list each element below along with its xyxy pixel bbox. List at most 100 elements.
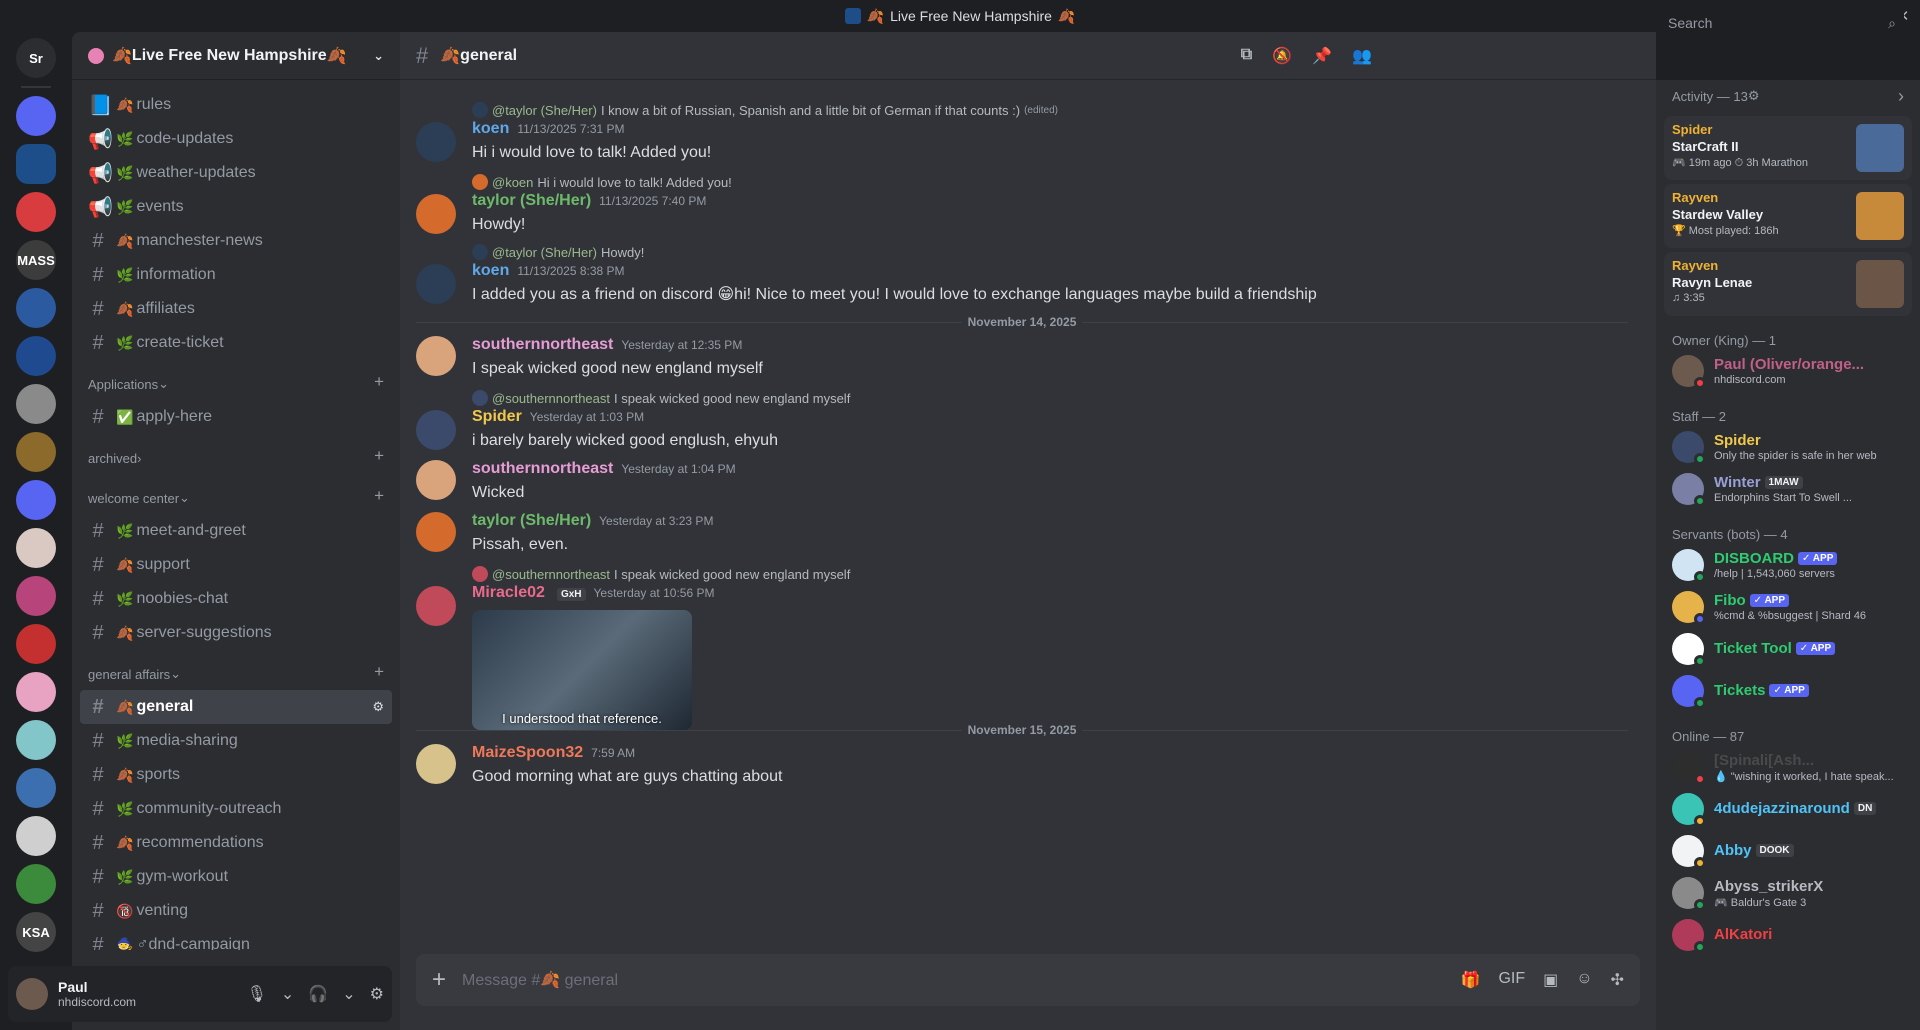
- avatar[interactable]: [416, 410, 456, 450]
- channel-create-ticket[interactable]: # 🌿 create-ticket: [80, 326, 392, 360]
- gift-icon[interactable]: 🎁: [1461, 970, 1481, 990]
- channel-support[interactable]: # 🍂 support: [80, 548, 392, 582]
- server-icon-rainbow[interactable]: [16, 576, 56, 616]
- chevron-down-icon[interactable]: ⌄: [342, 984, 355, 1004]
- avatar[interactable]: [416, 512, 456, 552]
- add-attachment-icon[interactable]: +: [432, 966, 446, 994]
- activity-card[interactable]: Rayven Stardew Valley 🏆 Most played: 186h: [1664, 184, 1912, 248]
- add-channel-icon[interactable]: +: [374, 486, 384, 506]
- sticker-icon[interactable]: ▣: [1543, 970, 1558, 990]
- channel-general[interactable]: # 🍂 general ⚙: [80, 690, 392, 724]
- category-Applications[interactable]: Applications ⌄ +: [80, 360, 392, 400]
- search-icon[interactable]: ⌕: [1888, 15, 1896, 32]
- server-icon-ksa[interactable]: KSA: [16, 912, 56, 952]
- gif-icon[interactable]: GIF: [1498, 970, 1525, 990]
- author-name[interactable]: taylor (She/Her): [472, 192, 591, 210]
- server-icon-anime-4[interactable]: [16, 768, 56, 808]
- channel-meet-and-greet[interactable]: # 🌿 meet-and-greet: [80, 514, 392, 548]
- server-icon-red-circle[interactable]: [16, 192, 56, 232]
- member-item[interactable]: Tickets ✓ APP: [1664, 670, 1912, 712]
- chevron-down-icon[interactable]: ⌄: [281, 984, 294, 1004]
- member-item[interactable]: Paul (Oliver/orange... nhdiscord.com: [1664, 350, 1912, 392]
- channel-manchester-news[interactable]: # 🍂 manchester-news: [80, 224, 392, 258]
- member-item[interactable]: [Spinali[Ash... 💧 "wishing it worked, I h…: [1664, 746, 1912, 788]
- channel-noobies-chat[interactable]: # 🌿 noobies-chat: [80, 582, 392, 616]
- message-composer[interactable]: + Message #🍂 general 🎁 GIF ▣ ☺ ✣: [416, 954, 1640, 1006]
- member-item[interactable]: 4dudejazzinaround DN: [1664, 788, 1912, 830]
- server-icon-anime-1[interactable]: [16, 528, 56, 568]
- server-icon-mass-hangouts[interactable]: MASS: [16, 240, 56, 280]
- author-name[interactable]: southernnortheast: [472, 336, 613, 354]
- reply-preview[interactable]: @koen Hi i would love to talk! Added you!: [472, 172, 1636, 192]
- member-item[interactable]: Abyss_strikerX 🎮 Baldur's Gate 3: [1664, 872, 1912, 914]
- message-input[interactable]: Message #🍂 general: [462, 970, 618, 990]
- avatar[interactable]: [416, 194, 456, 234]
- mute-icon[interactable]: 🔕: [1272, 46, 1292, 66]
- avatar[interactable]: [416, 586, 456, 626]
- member-item[interactable]: DISBOARD ✓ APP/help | 1,543,060 servers: [1664, 544, 1912, 586]
- channel-gym-workout[interactable]: # 🌿 gym-workout: [80, 860, 392, 894]
- author-name[interactable]: Spider: [472, 408, 522, 426]
- member-item[interactable]: AlKatori: [1664, 914, 1912, 956]
- server-icon-folder-1[interactable]: [16, 96, 56, 136]
- server-icon-civ-server[interactable]: [16, 432, 56, 472]
- avatar[interactable]: [416, 336, 456, 376]
- channel-server-suggestions[interactable]: # 🍂 server-suggestions: [80, 616, 392, 650]
- members-icon[interactable]: 👥: [1352, 46, 1372, 66]
- add-channel-icon[interactable]: +: [374, 662, 384, 682]
- channel-code-updates[interactable]: 📢 🌿 code-updates: [80, 122, 392, 156]
- member-item[interactable]: Ticket Tool ✓ APP: [1664, 628, 1912, 670]
- server-icon-maine[interactable]: [16, 288, 56, 328]
- author-name[interactable]: southernnortheast: [472, 460, 613, 478]
- member-item[interactable]: Spider Only the spider is safe in her web: [1664, 426, 1912, 468]
- server-icon-half-life[interactable]: [16, 624, 56, 664]
- server-icon-folder-2[interactable]: [16, 480, 56, 520]
- reply-preview[interactable]: @southernnortheast I speak wicked good ne…: [472, 388, 1636, 408]
- server-icon-nh-seal[interactable]: [16, 336, 56, 376]
- server-icon-anime-3[interactable]: [16, 720, 56, 760]
- channel-affiliates[interactable]: # 🍂 affiliates: [80, 292, 392, 326]
- avatar[interactable]: [416, 460, 456, 500]
- member-item[interactable]: Fibo ✓ APP %cmd & %bsuggest | Shard 46: [1664, 586, 1912, 628]
- author-name[interactable]: Miracle02: [472, 584, 545, 602]
- channel-community-outreach[interactable]: # 🌿 community-outreach: [80, 792, 392, 826]
- channel-settings-icon[interactable]: ⚙: [372, 699, 384, 715]
- reply-preview[interactable]: @southernnortheast I speak wicked good ne…: [472, 564, 1636, 584]
- reply-preview[interactable]: @taylor (She/Her) I know a bit of Russian…: [472, 100, 1636, 120]
- guild-header[interactable]: 🍂 Live Free New Hampshire 🍂 ⌄: [72, 32, 400, 80]
- channel-information[interactable]: # 🌿 information: [80, 258, 392, 292]
- author-name[interactable]: MaizeSpoon32: [472, 744, 583, 762]
- search-input[interactable]: Search ⌕: [1660, 8, 1904, 38]
- author-name[interactable]: koen: [472, 262, 509, 280]
- add-channel-icon[interactable]: +: [374, 446, 384, 466]
- channel-apply-here[interactable]: # ✅ apply-here: [80, 400, 392, 434]
- chevron-down-icon[interactable]: ⌄: [373, 48, 384, 64]
- microphone-icon[interactable]: 🎙: [247, 984, 267, 1004]
- author-name[interactable]: taylor (She/Her): [472, 512, 591, 530]
- gear-icon[interactable]: ⚙: [370, 984, 384, 1004]
- gif-attachment[interactable]: I understood that reference.: [472, 610, 692, 730]
- channel-dnd-campaign[interactable]: # 🧙 ♂dnd-campaign: [80, 928, 392, 951]
- channel-media-sharing[interactable]: # 🌿 media-sharing: [80, 724, 392, 758]
- channel-venting[interactable]: # 🔞 venting: [80, 894, 392, 928]
- channel-events[interactable]: 📢 🌿 events: [80, 190, 392, 224]
- avatar[interactable]: [416, 264, 456, 304]
- channel-rules[interactable]: 📘 🍂 rules: [80, 88, 392, 122]
- author-name[interactable]: koen: [472, 120, 509, 138]
- channel-sports[interactable]: # 🍂 sports: [80, 758, 392, 792]
- emoji-icon[interactable]: ☺: [1576, 970, 1592, 990]
- add-channel-icon[interactable]: +: [374, 372, 384, 392]
- chevron-right-icon[interactable]: ›: [1898, 86, 1904, 107]
- server-icon-flag-server[interactable]: [16, 384, 56, 424]
- channel-weather-updates[interactable]: 📢 🌿 weather-updates: [80, 156, 392, 190]
- server-icon-minecraft[interactable]: [16, 864, 56, 904]
- member-item[interactable]: Abby DOOK: [1664, 830, 1912, 872]
- category-archived[interactable]: archived › +: [80, 434, 392, 474]
- server-icon-ninja[interactable]: [16, 816, 56, 856]
- apps-icon[interactable]: ✣: [1611, 970, 1624, 990]
- threads-icon[interactable]: ⧉: [1241, 46, 1252, 66]
- activity-header[interactable]: Activity — 13 ⚙ ›: [1664, 80, 1912, 112]
- category-general-affairs[interactable]: general affairs ⌄ +: [80, 650, 392, 690]
- reply-preview[interactable]: @taylor (She/Her) Howdy!: [472, 242, 1636, 262]
- activity-card[interactable]: Spider StarCraft II 🎮 19m ago ⏱ 3h Maratho…: [1664, 116, 1912, 180]
